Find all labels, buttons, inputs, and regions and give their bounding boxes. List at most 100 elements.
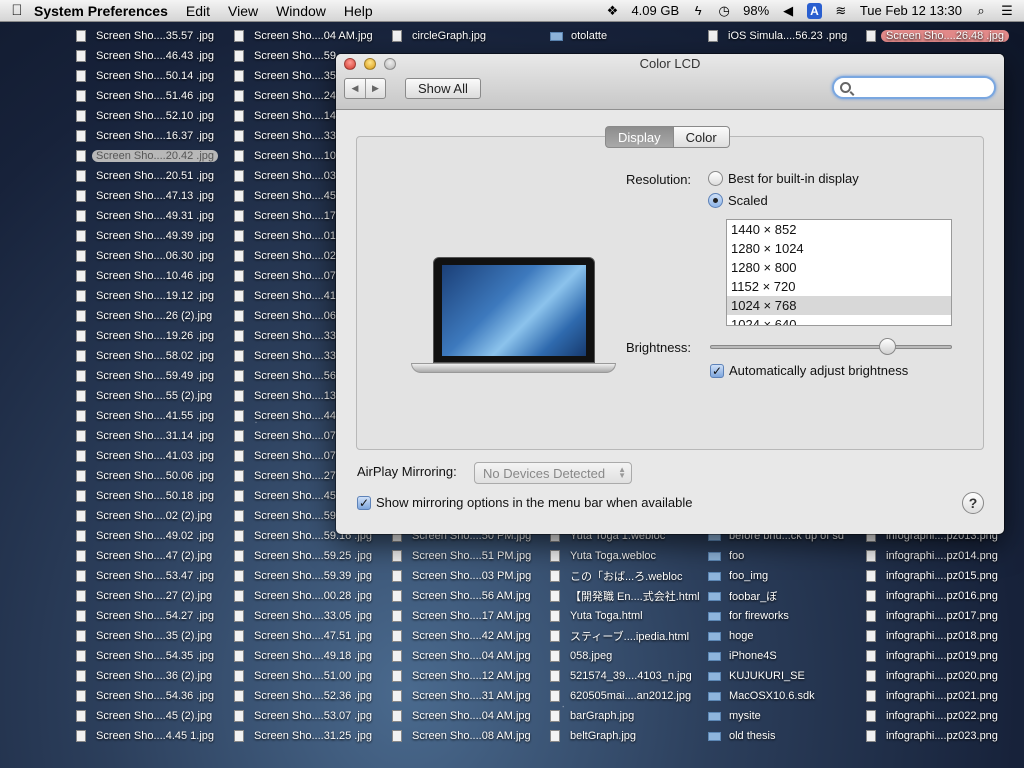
forward-arrow-icon[interactable]: ▶: [365, 79, 385, 98]
desktop-file-item[interactable]: otolatte: [548, 26, 706, 46]
menu-edit[interactable]: Edit: [186, 3, 210, 19]
desktop-file-item[interactable]: KUJUKURI_SE: [706, 666, 864, 686]
time-machine-icon[interactable]: ◷: [717, 3, 731, 19]
desktop-file-item[interactable]: Yuta Toga.html: [548, 606, 706, 626]
clock[interactable]: Tue Feb 12 13:30: [860, 3, 962, 18]
bolt-icon[interactable]: ϟ: [691, 3, 705, 19]
auto-brightness-checkbox[interactable]: ✓ Automatically adjust brightness: [710, 363, 908, 378]
desktop-file-item[interactable]: infographi....pz019.png: [864, 646, 1022, 666]
desktop-file-item[interactable]: Screen Sho....49.02 .jpg: [74, 526, 232, 546]
desktop-file-item[interactable]: Screen Sho....12 AM.jpg: [390, 666, 548, 686]
desktop-file-item[interactable]: Screen Sho....47.13 .jpg: [74, 186, 232, 206]
desktop-file-item[interactable]: iPhone4S: [706, 646, 864, 666]
desktop-file-item[interactable]: Screen Sho....02 (2).jpg: [74, 506, 232, 526]
desktop-file-item[interactable]: Screen Sho....26 (2).jpg: [74, 306, 232, 326]
desktop-file-item[interactable]: infographi....pz021.png: [864, 686, 1022, 706]
radio-best-for-display[interactable]: Best for built-in display: [708, 171, 859, 186]
brightness-slider-knob[interactable]: [878, 338, 896, 355]
airplay-popup[interactable]: No Devices Detected ▲ ▼: [474, 462, 632, 484]
desktop-file-item[interactable]: Screen Sho....59.25 .jpg: [232, 546, 390, 566]
dropbox-storage[interactable]: 4.09 GB: [631, 3, 679, 18]
desktop-file-item[interactable]: Screen Sho....04 AM.jpg: [390, 706, 548, 726]
desktop-file-item[interactable]: Screen Sho....33.05 .jpg: [232, 606, 390, 626]
desktop-file-item[interactable]: Screen Sho....51.00 .jpg: [232, 666, 390, 686]
tab-display[interactable]: Display: [605, 126, 674, 148]
resolution-option[interactable]: 1024 × 768: [727, 296, 951, 315]
desktop-file-item[interactable]: Screen Sho....49.39 .jpg: [74, 226, 232, 246]
desktop-file-item[interactable]: Screen Sho....56 AM.jpg: [390, 586, 548, 606]
desktop-file-item[interactable]: Screen Sho....42 AM.jpg: [390, 626, 548, 646]
desktop-file-item[interactable]: スティーブ....ipedia.html: [548, 626, 706, 646]
desktop-file-item[interactable]: Screen Sho....27 (2).jpg: [74, 586, 232, 606]
input-source-icon[interactable]: A: [807, 2, 822, 19]
desktop-file-item[interactable]: Screen Sho....06.30 .jpg: [74, 246, 232, 266]
desktop-file-item[interactable]: 058.jpeg: [548, 646, 706, 666]
desktop-file-item[interactable]: Screen Sho....51 PM.jpg: [390, 546, 548, 566]
desktop-file-item[interactable]: Screen Sho....04 AM.jpg: [390, 646, 548, 666]
desktop-file-item[interactable]: Screen Sho....59.49 .jpg: [74, 366, 232, 386]
desktop-file-item[interactable]: infographi....pz014.png: [864, 546, 1022, 566]
desktop-file-item[interactable]: Screen Sho....17 AM.jpg: [390, 606, 548, 626]
resolution-option[interactable]: 1440 × 852: [727, 220, 951, 239]
desktop-file-item[interactable]: mysite: [706, 706, 864, 726]
mirroring-menu-checkbox[interactable]: ✓ Show mirroring options in the menu bar…: [357, 495, 693, 510]
desktop-file-item[interactable]: Screen Sho....35.57 .jpg: [74, 26, 232, 46]
desktop-file-item[interactable]: Screen Sho....20.42 .jpg: [74, 146, 232, 166]
desktop-file-item[interactable]: Screen Sho....47 (2).jpg: [74, 546, 232, 566]
desktop-file-item[interactable]: beltGraph.jpg: [548, 726, 706, 746]
desktop-file-item[interactable]: Screen Sho....03 PM.jpg: [390, 566, 548, 586]
desktop-file-item[interactable]: Screen Sho....47.51 .jpg: [232, 626, 390, 646]
menu-view[interactable]: View: [228, 3, 258, 19]
desktop-file-item[interactable]: Screen Sho....58.02 .jpg: [74, 346, 232, 366]
desktop-file-item[interactable]: foo_img: [706, 566, 864, 586]
desktop-file-item[interactable]: iOS Simula....56.23 .png: [706, 26, 864, 46]
desktop-file-item[interactable]: old thesis: [706, 726, 864, 746]
desktop-file-item[interactable]: Screen Sho....54.35 .jpg: [74, 646, 232, 666]
resolution-option[interactable]: 1152 × 720: [727, 277, 951, 296]
desktop-file-item[interactable]: Screen Sho....52.10 .jpg: [74, 106, 232, 126]
search-field[interactable]: [832, 76, 996, 99]
desktop-file-item[interactable]: Screen Sho....51.46 .jpg: [74, 86, 232, 106]
resolution-option[interactable]: 1024 × 640: [727, 315, 951, 325]
search-input[interactable]: [855, 80, 985, 95]
desktop-file-item[interactable]: Screen Sho....50.06 .jpg: [74, 466, 232, 486]
desktop-file-item[interactable]: Screen Sho....35 (2).jpg: [74, 626, 232, 646]
desktop-file-item[interactable]: circleGraph.jpg: [390, 26, 548, 46]
desktop-file-item[interactable]: foobar_ぼ: [706, 586, 864, 606]
desktop-file-item[interactable]: Screen Sho....50.18 .jpg: [74, 486, 232, 506]
apple-menu-icon[interactable]: : [0, 2, 34, 19]
desktop-file-item[interactable]: 【開発職 En....式会社.html: [548, 586, 706, 606]
desktop-file-item[interactable]: Screen Sho....16.37 .jpg: [74, 126, 232, 146]
desktop-file-item[interactable]: infographi....pz020.png: [864, 666, 1022, 686]
desktop-file-item[interactable]: Screen Sho....45 (2).jpg: [74, 706, 232, 726]
resolution-option[interactable]: 1280 × 800: [727, 258, 951, 277]
desktop-file-item[interactable]: infographi....pz018.png: [864, 626, 1022, 646]
volume-icon[interactable]: ◀: [781, 3, 795, 19]
back-arrow-icon[interactable]: ◀: [345, 79, 365, 98]
show-all-button[interactable]: Show All: [405, 78, 481, 99]
desktop-file-item[interactable]: Screen Sho....00.28 .jpg: [232, 586, 390, 606]
desktop-file-item[interactable]: Screen Sho....08 AM.jpg: [390, 726, 548, 746]
desktop-file-item[interactable]: infographi....pz016.png: [864, 586, 1022, 606]
desktop-file-item[interactable]: for fireworks: [706, 606, 864, 626]
spotlight-icon[interactable]: ⌕: [974, 3, 988, 19]
desktop-file-item[interactable]: Screen Sho....19.26 .jpg: [74, 326, 232, 346]
notification-center-icon[interactable]: ☰: [1000, 3, 1014, 19]
desktop-file-item[interactable]: Screen Sho....52.36 .jpg: [232, 686, 390, 706]
desktop-file-item[interactable]: Screen Sho....20.51 .jpg: [74, 166, 232, 186]
desktop-file-item[interactable]: MacOSX10.6.sdk: [706, 686, 864, 706]
desktop-file-item[interactable]: infographi....pz022.png: [864, 706, 1022, 726]
resolution-option[interactable]: 1280 × 1024: [727, 239, 951, 258]
menu-window[interactable]: Window: [276, 3, 326, 19]
desktop-file-item[interactable]: Screen Sho....53.07 .jpg: [232, 706, 390, 726]
desktop-file-item[interactable]: infographi....pz017.png: [864, 606, 1022, 626]
desktop-file-item[interactable]: Screen Sho....59.39 .jpg: [232, 566, 390, 586]
desktop-file-item[interactable]: Screen Sho....46.43 .jpg: [74, 46, 232, 66]
desktop-file-item[interactable]: Screen Sho....55 (2).jpg: [74, 386, 232, 406]
desktop-file-item[interactable]: Screen Sho....19.12 .jpg: [74, 286, 232, 306]
desktop-file-item[interactable]: infographi....pz015.png: [864, 566, 1022, 586]
desktop-file-item[interactable]: Screen Sho....4.45 1.jpg: [74, 726, 232, 746]
dropbox-icon[interactable]: ❖: [605, 3, 619, 19]
desktop-file-item[interactable]: Screen Sho....49.18 .jpg: [232, 646, 390, 666]
desktop-file-item[interactable]: infographi....pz023.png: [864, 726, 1022, 746]
